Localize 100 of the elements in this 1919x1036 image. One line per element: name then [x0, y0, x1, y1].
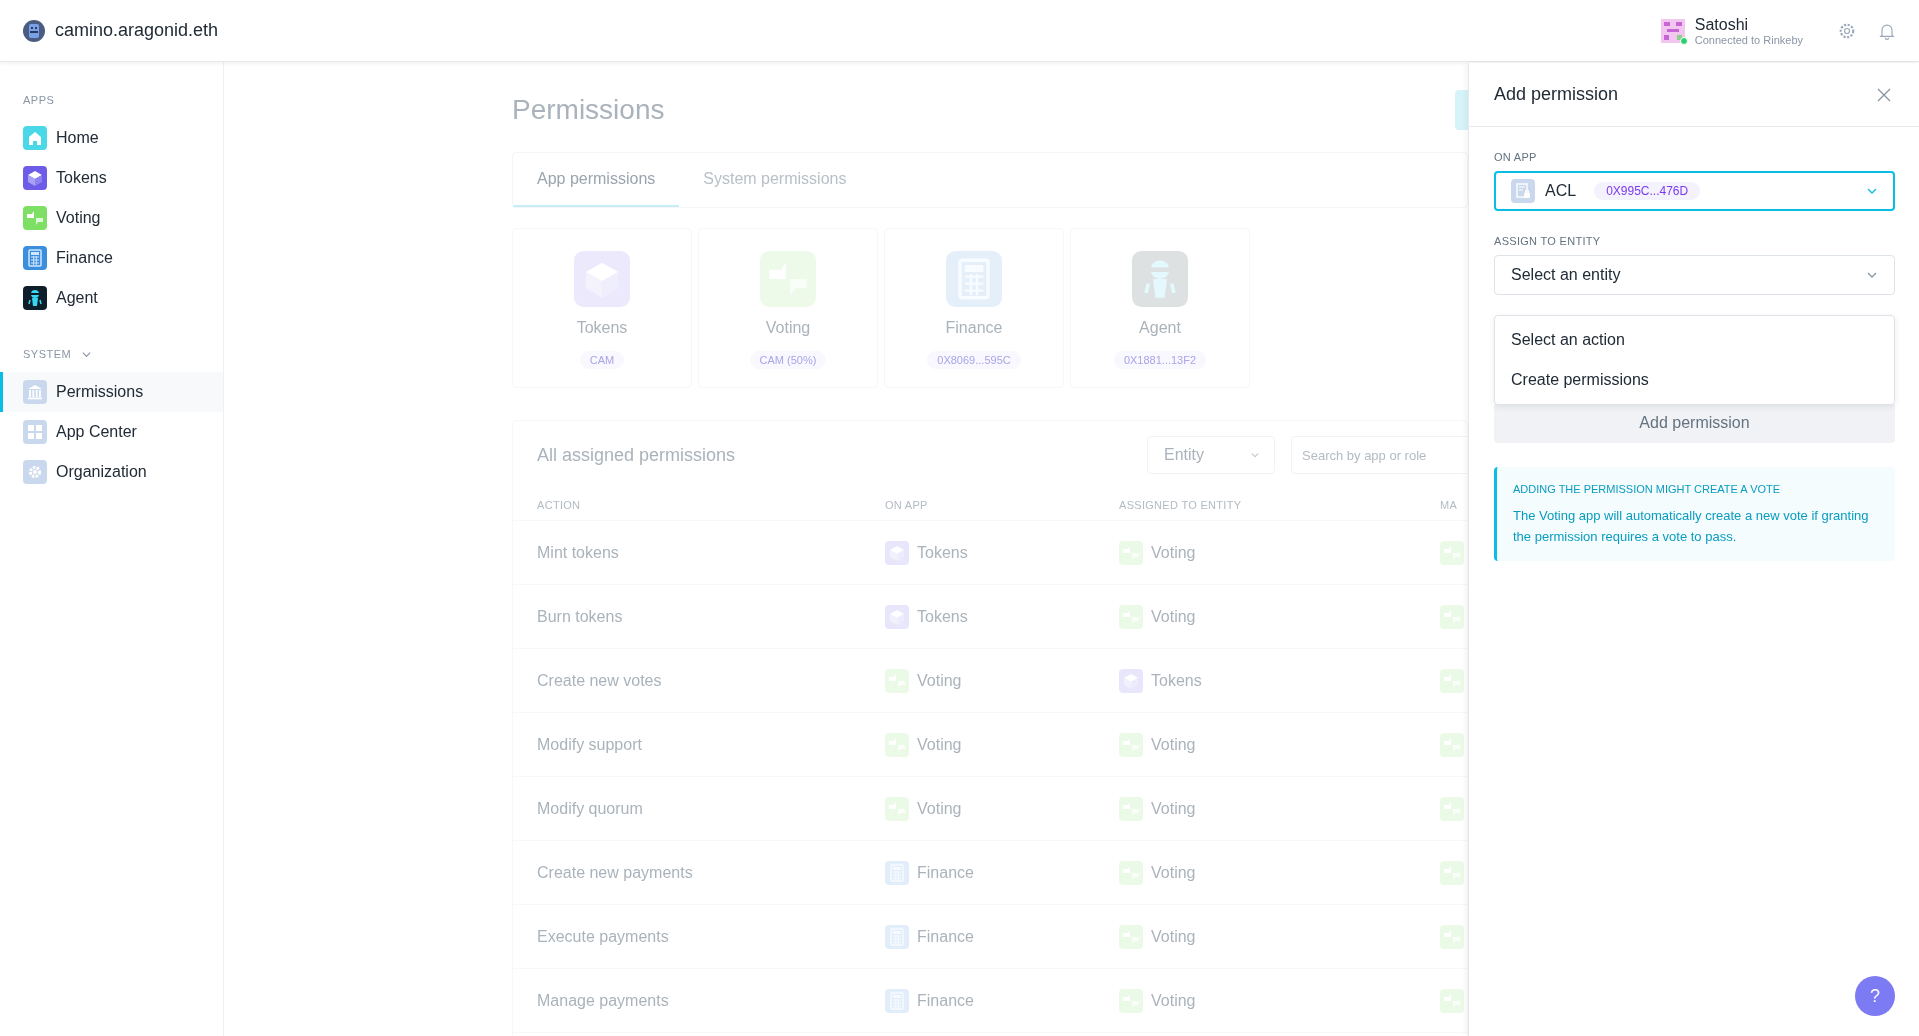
hands-icon	[1119, 796, 1143, 821]
selected-app: ACL	[1545, 182, 1577, 200]
app-label: Finance	[917, 927, 974, 946]
action-cell-text: Modify quorum	[537, 799, 644, 818]
hands-icon	[1119, 860, 1143, 885]
action-cell-text: Mint tokens	[537, 543, 620, 562]
app-badge: CAM	[579, 351, 625, 369]
table-title: All assigned permissions	[537, 444, 737, 466]
building-icon	[23, 380, 47, 404]
app-name: Finance	[945, 319, 1003, 337]
app-label: Voting	[1151, 863, 1196, 882]
section-label: APPS	[23, 94, 55, 106]
app-label: Finance	[917, 991, 974, 1010]
nav-label: Finance	[56, 249, 113, 267]
hands-icon	[1440, 604, 1464, 629]
app-label: Finance	[917, 863, 974, 882]
hands-icon	[1440, 924, 1464, 949]
app-label: Voting	[1151, 927, 1196, 946]
action-cell-text: Modify support	[537, 735, 643, 754]
robot-icon	[1132, 251, 1188, 307]
nav-label: Agent	[56, 289, 98, 307]
sidebar-item[interactable]: Finance	[0, 238, 223, 278]
calculator-icon	[885, 924, 909, 949]
select-placeholder: Select an entity	[1511, 266, 1622, 284]
column-header: ON APP	[885, 498, 929, 511]
cube-icon	[1119, 668, 1143, 693]
app-name: Agent	[1139, 319, 1181, 337]
hands-icon	[1119, 732, 1143, 757]
nav-label: App Center	[56, 423, 137, 441]
action-cell-text: Execute payments	[537, 927, 670, 946]
house-icon	[23, 126, 47, 150]
close-icon[interactable]	[1877, 87, 1891, 102]
hands-icon	[23, 206, 47, 230]
column-header: ACTION	[537, 498, 582, 511]
user-avatar	[1660, 18, 1685, 43]
app-label: Voting	[1151, 991, 1196, 1010]
app-label: Voting	[1151, 735, 1196, 754]
search-field[interactable]: Search by app or role	[1291, 436, 1467, 474]
hands-icon	[1440, 540, 1464, 565]
cube-icon	[885, 604, 909, 629]
nav-label: Permissions	[56, 383, 144, 401]
notice-title: ADDING THE PERMISSION MIGHT CREATE A VOTE	[1513, 483, 1782, 495]
sidebar-item[interactable]: App Center	[0, 412, 223, 452]
calculator-icon	[885, 860, 909, 885]
sidebar-item[interactable]: Organization	[0, 452, 223, 492]
sidebar-item[interactable]: Agent	[0, 278, 223, 318]
column-header: MA	[1440, 498, 1459, 511]
page-title: Permissions	[512, 94, 665, 126]
app-label: Voting	[1151, 543, 1196, 562]
grid-icon	[23, 420, 47, 444]
hands-icon	[1440, 860, 1464, 885]
hands-icon	[1440, 668, 1464, 693]
calculator-icon	[23, 246, 47, 270]
hands-icon	[1119, 540, 1143, 565]
nav-label: Voting	[56, 209, 101, 227]
hands-icon	[1119, 604, 1143, 629]
document-lock-icon	[1511, 179, 1535, 203]
calculator-icon	[946, 251, 1002, 307]
app-name: Voting	[765, 319, 811, 337]
action-cell-text: Burn tokens	[537, 607, 624, 626]
sidebar-item[interactable]: Permissions	[0, 372, 223, 412]
app-badge: 0X1881...13F2	[1113, 351, 1207, 369]
hands-icon	[1119, 924, 1143, 949]
hands-icon	[885, 732, 909, 757]
cube-icon	[885, 540, 909, 565]
action-cell-text: Create new payments	[537, 863, 694, 882]
app-label: Tokens	[917, 607, 968, 626]
sidebar-item[interactable]: Tokens	[0, 158, 223, 198]
hands-icon	[1440, 988, 1464, 1013]
app-select[interactable]: ACL 0X995C...476D	[1494, 171, 1895, 211]
network-status: Connected to Rinkeby	[1694, 33, 1803, 46]
cube-icon	[23, 166, 47, 190]
dropdown-option[interactable]: Select an action	[1495, 320, 1894, 360]
dropdown-option[interactable]: Create permissions	[1495, 360, 1894, 400]
filter-label: Entity	[1164, 446, 1204, 464]
nav-label: Organization	[56, 463, 147, 481]
hands-icon	[885, 796, 909, 821]
app-label: Tokens	[917, 543, 968, 562]
robot-icon	[23, 286, 47, 310]
organization-logo	[22, 18, 46, 43]
app-name: Tokens	[576, 319, 628, 337]
sidebar-item[interactable]: Home	[0, 118, 223, 158]
nav-label: Tokens	[56, 169, 107, 187]
action-cell-text: Manage payments	[537, 991, 670, 1010]
organization-name[interactable]: camino.aragonid.eth	[55, 20, 219, 41]
app-label: Voting	[917, 735, 962, 754]
hands-icon	[1119, 988, 1143, 1013]
chevron-down-icon	[1250, 450, 1260, 460]
app-label: Voting	[1151, 799, 1196, 818]
column-header: ASSIGNED TO ENTITY	[1119, 498, 1243, 511]
app-label: Voting	[917, 799, 962, 818]
gear-icon	[23, 460, 47, 484]
hands-icon	[1440, 732, 1464, 757]
app-label: Tokens	[1151, 671, 1202, 690]
field-label: ON APP	[1494, 151, 1538, 163]
app-badge: 0X8069...595C	[927, 351, 1021, 369]
app-label: Voting	[1151, 607, 1196, 626]
sidebar-item[interactable]: Voting	[0, 198, 223, 238]
app-label: Voting	[917, 671, 962, 690]
entity-select[interactable]: Select an entity	[1494, 255, 1895, 295]
